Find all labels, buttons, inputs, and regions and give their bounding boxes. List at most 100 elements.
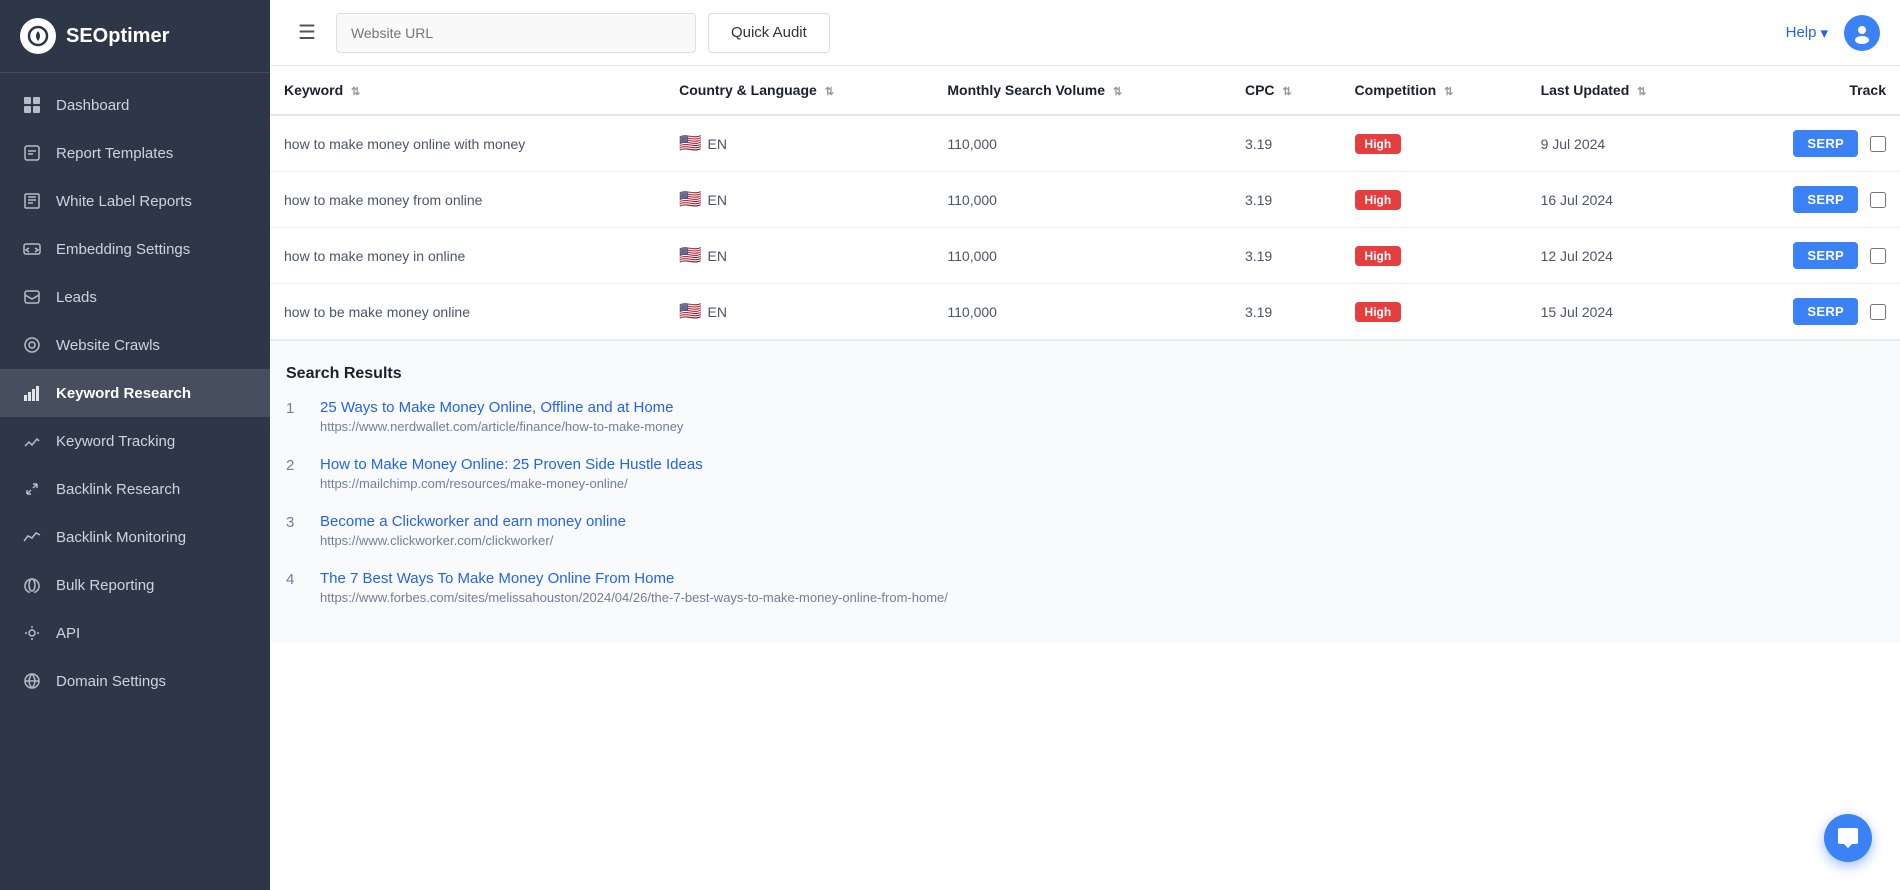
cell-updated-0: 9 Jul 2024 xyxy=(1527,115,1723,172)
sidebar-item-dashboard[interactable]: Dashboard xyxy=(0,81,270,129)
language-0: EN xyxy=(708,136,727,152)
serp-info: How to Make Money Online: 25 Proven Side… xyxy=(320,456,1884,493)
competition-badge-1: High xyxy=(1355,190,1402,210)
logo[interactable]: SEOptimer xyxy=(0,0,270,73)
sidebar-item-leads[interactable]: Leads xyxy=(0,273,270,321)
content-area: Keyword ⇅ Country & Language ⇅ Monthly S… xyxy=(270,66,1900,890)
col-country-language[interactable]: Country & Language ⇅ xyxy=(665,66,933,115)
col-monthly-search-volume[interactable]: Monthly Search Volume ⇅ xyxy=(933,66,1231,115)
cell-track-2: SERP xyxy=(1723,228,1900,284)
serp-result: 2 How to Make Money Online: 25 Proven Si… xyxy=(286,456,1884,493)
serp-info: 25 Ways to Make Money Online, Offline an… xyxy=(320,399,1884,436)
sidebar-item-embedding-settings[interactable]: Embedding Settings xyxy=(0,225,270,273)
col-last-updated[interactable]: Last Updated ⇅ xyxy=(1527,66,1723,115)
cell-cpc-0: 3.19 xyxy=(1231,115,1341,172)
help-button[interactable]: Help ▾ xyxy=(1786,24,1828,42)
keyword-table: Keyword ⇅ Country & Language ⇅ Monthly S… xyxy=(270,66,1900,340)
flag-0: 🇺🇸 xyxy=(679,133,701,154)
cell-country-3: 🇺🇸 EN xyxy=(665,284,933,340)
sidebar-item-report-templates[interactable]: Report Templates xyxy=(0,129,270,177)
serp-title[interactable]: How to Make Money Online: 25 Proven Side… xyxy=(320,456,1884,473)
sidebar-item-white-label-reports[interactable]: White Label Reports xyxy=(0,177,270,225)
topbar-right: Help ▾ xyxy=(1786,15,1880,51)
sidebar-item-domain-settings[interactable]: Domain Settings xyxy=(0,657,270,705)
logo-text: SEOptimer xyxy=(66,25,169,48)
sidebar-item-label: Domain Settings xyxy=(56,673,166,690)
sidebar: SEOptimer Dashboard Report Templates Whi… xyxy=(0,0,270,890)
sort-updated-icon: ⇅ xyxy=(1637,85,1646,98)
backlink-monitoring-icon xyxy=(22,527,42,547)
topbar: ☰ Quick Audit Help ▾ xyxy=(270,0,1900,66)
serp-result: 1 25 Ways to Make Money Online, Offline … xyxy=(286,399,1884,436)
cell-keyword-2: how to make money in online xyxy=(270,228,665,284)
cell-cpc-2: 3.19 xyxy=(1231,228,1341,284)
flag-1: 🇺🇸 xyxy=(679,189,701,210)
competition-badge-3: High xyxy=(1355,302,1402,322)
menu-button[interactable]: ☰ xyxy=(290,16,324,49)
track-checkbox-2[interactable] xyxy=(1870,248,1886,264)
sidebar-item-backlink-monitoring[interactable]: Backlink Monitoring xyxy=(0,513,270,561)
cell-volume-1: 110,000 xyxy=(933,172,1231,228)
report-templates-icon xyxy=(22,143,42,163)
cell-country-1: 🇺🇸 EN xyxy=(665,172,933,228)
serp-info: The 7 Best Ways To Make Money Online Fro… xyxy=(320,570,1884,607)
cell-keyword-1: how to make money from online xyxy=(270,172,665,228)
sidebar-item-label: White Label Reports xyxy=(56,193,192,210)
table-row: how to make money in online 🇺🇸 EN 110,00… xyxy=(270,228,1900,284)
white-label-reports-icon xyxy=(22,191,42,211)
sidebar-item-api[interactable]: API xyxy=(0,609,270,657)
cell-cpc-1: 3.19 xyxy=(1231,172,1341,228)
language-3: EN xyxy=(708,304,727,320)
sidebar-item-keyword-research[interactable]: Keyword Research xyxy=(0,369,270,417)
serp-result: 3 Become a Clickworker and earn money on… xyxy=(286,513,1884,550)
serp-result: 4 The 7 Best Ways To Make Money Online F… xyxy=(286,570,1884,607)
sidebar-item-label: Keyword Research xyxy=(56,385,191,402)
sidebar-item-backlink-research[interactable]: Backlink Research xyxy=(0,465,270,513)
website-crawls-icon xyxy=(22,335,42,355)
avatar[interactable] xyxy=(1844,15,1880,51)
cell-updated-1: 16 Jul 2024 xyxy=(1527,172,1723,228)
serp-title[interactable]: Become a Clickworker and earn money onli… xyxy=(320,513,1884,530)
sidebar-item-label: Website Crawls xyxy=(56,337,160,354)
flag-2: 🇺🇸 xyxy=(679,245,701,266)
keyword-research-icon xyxy=(22,383,42,403)
sidebar-item-label: API xyxy=(56,625,80,642)
cell-volume-0: 110,000 xyxy=(933,115,1231,172)
col-competition[interactable]: Competition ⇅ xyxy=(1341,66,1527,115)
serp-num: 4 xyxy=(286,570,306,588)
col-cpc[interactable]: CPC ⇅ xyxy=(1231,66,1341,115)
sidebar-item-keyword-tracking[interactable]: Keyword Tracking xyxy=(0,417,270,465)
sidebar-item-website-crawls[interactable]: Website Crawls xyxy=(0,321,270,369)
cell-track-1: SERP xyxy=(1723,172,1900,228)
sidebar-nav: Dashboard Report Templates White Label R… xyxy=(0,73,270,890)
cell-competition-3: High xyxy=(1341,284,1527,340)
sort-country-icon: ⇅ xyxy=(825,85,834,98)
api-icon xyxy=(22,623,42,643)
serp-button-3[interactable]: SERP xyxy=(1793,298,1858,325)
logo-icon xyxy=(20,18,56,54)
sidebar-item-bulk-reporting[interactable]: Bulk Reporting xyxy=(0,561,270,609)
serp-title[interactable]: The 7 Best Ways To Make Money Online Fro… xyxy=(320,570,1884,587)
cell-track-3: SERP xyxy=(1723,284,1900,340)
sidebar-item-label: Leads xyxy=(56,289,97,306)
track-checkbox-0[interactable] xyxy=(1870,136,1886,152)
cell-track-0: SERP xyxy=(1723,115,1900,172)
serp-title[interactable]: 25 Ways to Make Money Online, Offline an… xyxy=(320,399,1884,416)
serp-button-1[interactable]: SERP xyxy=(1793,186,1858,213)
domain-settings-icon xyxy=(22,671,42,691)
serp-num: 2 xyxy=(286,456,306,474)
chat-button[interactable] xyxy=(1824,814,1872,862)
bulk-reporting-icon xyxy=(22,575,42,595)
col-keyword[interactable]: Keyword ⇅ xyxy=(270,66,665,115)
sidebar-item-label: Dashboard xyxy=(56,97,129,114)
sidebar-item-label: Backlink Monitoring xyxy=(56,529,186,546)
track-checkbox-1[interactable] xyxy=(1870,192,1886,208)
table-row: how to make money from online 🇺🇸 EN 110,… xyxy=(270,172,1900,228)
language-1: EN xyxy=(708,192,727,208)
track-checkbox-3[interactable] xyxy=(1870,304,1886,320)
url-input[interactable] xyxy=(336,13,696,53)
serp-button-2[interactable]: SERP xyxy=(1793,242,1858,269)
quick-audit-button[interactable]: Quick Audit xyxy=(708,13,830,53)
sort-volume-icon: ⇅ xyxy=(1113,85,1122,98)
serp-button-0[interactable]: SERP xyxy=(1793,130,1858,157)
